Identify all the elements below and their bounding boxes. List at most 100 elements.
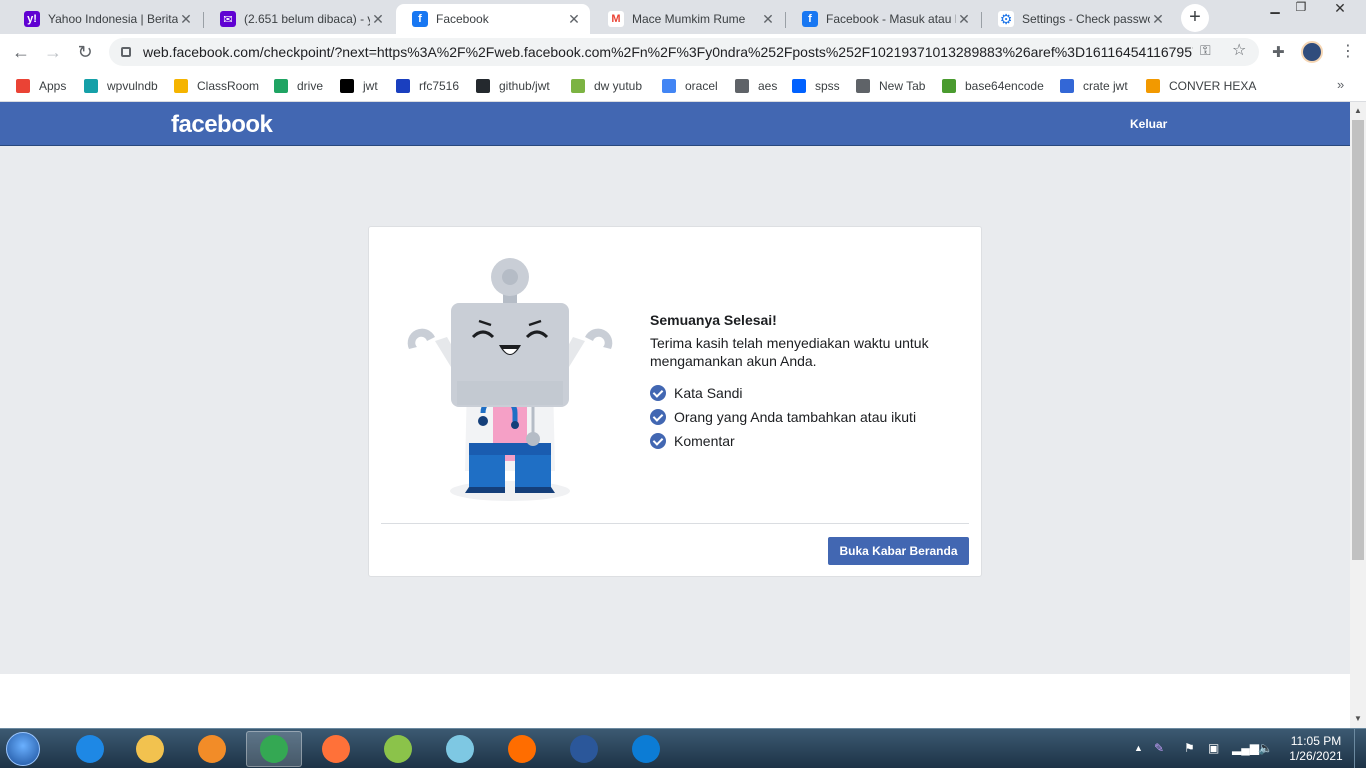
tab-gmail[interactable]: M Mace Mumkim Rume ✕: [592, 4, 784, 34]
taskbar-app-word[interactable]: [556, 731, 612, 767]
bookmark-item[interactable]: dw yutub: [571, 77, 642, 95]
bookmark-item[interactable]: drive: [274, 77, 323, 95]
url-text[interactable]: web.facebook.com/checkpoint/?next=https%…: [143, 44, 1193, 60]
scroll-up-arrow-icon[interactable]: ▲: [1354, 106, 1362, 115]
robot-doctor-illustration: [407, 258, 613, 501]
clock-date: 1/26/2021: [1289, 749, 1343, 763]
bookmark-item[interactable]: rfc7516: [396, 77, 459, 95]
tab-yahoo-mail[interactable]: ✉ (2.651 belum dibaca) - y ✕: [204, 4, 394, 34]
bookmark-item[interactable]: github/jwt: [476, 77, 550, 95]
power-tray-icon[interactable]: ▣: [1208, 741, 1219, 755]
bookmark-item[interactable]: jwt: [340, 77, 378, 95]
b64-icon: [942, 79, 956, 93]
notes-icon: [446, 735, 474, 763]
address-bar[interactable]: web.facebook.com/checkpoint/?next=https%…: [109, 38, 1259, 66]
bookmark-item[interactable]: CONVER HEXA: [1146, 77, 1256, 95]
bookmark-item[interactable]: spss: [792, 77, 840, 95]
close-tab-icon[interactable]: ✕: [566, 11, 582, 28]
system-clock[interactable]: 11:05 PM 1/26/2021: [1284, 734, 1348, 764]
action-center-flag-icon[interactable]: ⚑: [1184, 741, 1195, 755]
download-icon: [571, 79, 585, 93]
facebook-header: facebook Keluar: [0, 102, 1350, 146]
card-description: Terima kasih telah menyediakan waktu unt…: [650, 335, 929, 369]
show-hidden-icons-icon[interactable]: ▲: [1134, 743, 1143, 753]
mail-favicon-icon: ✉: [220, 11, 236, 27]
document-icon: [662, 79, 676, 93]
bookmark-label: drive: [297, 79, 324, 93]
restore-window-icon[interactable]: ❐: [1288, 0, 1314, 20]
facebook-logo[interactable]: facebook: [171, 111, 273, 139]
tab-title: Mace Mumkim Rume: [632, 12, 746, 26]
lock-icon[interactable]: [121, 47, 131, 57]
tab-yahoo[interactable]: y! Yahoo Indonesia | Berita ✕: [8, 4, 202, 34]
wpvulndb-icon: [84, 79, 98, 93]
taskbar-app-chrome[interactable]: [246, 731, 302, 767]
logout-link[interactable]: Keluar: [1130, 117, 1167, 131]
scroll-down-arrow-icon[interactable]: ▼: [1354, 714, 1362, 723]
page-footer-area: [0, 674, 1350, 728]
bookmark-item[interactable]: oracel: [662, 77, 718, 95]
checkmark-circle-icon: [650, 433, 666, 449]
taskbar-app-file-explorer[interactable]: [122, 731, 178, 767]
menu-kebab-icon[interactable]: ⋮: [1340, 41, 1356, 61]
bookmark-label: aes: [758, 79, 778, 93]
checklist-item-label: Kata Sandi: [674, 385, 743, 401]
bookmark-item[interactable]: wpvulndb: [84, 77, 158, 95]
taskbar-app-notes[interactable]: [432, 731, 488, 767]
gmail-favicon-icon: M: [608, 11, 624, 27]
drive-icon: [274, 79, 288, 93]
crate-icon: [1060, 79, 1074, 93]
checklist-item: Kata Sandi: [650, 384, 743, 402]
tab-title: Yahoo Indonesia | Berita: [48, 12, 178, 26]
bookmark-item[interactable]: aes: [735, 77, 777, 95]
more-bookmarks-chevron-icon[interactable]: »: [1337, 77, 1344, 92]
taskbar-app-notepad-plus[interactable]: [370, 731, 426, 767]
bookmark-item[interactable]: New Tab: [856, 77, 925, 95]
windows-taskbar: ▲ ✎ ⚑ ▣ ▂▄▆ 🔈 11:05 PM 1/26/2021: [0, 728, 1366, 768]
bookmark-label: github/jwt: [499, 79, 550, 93]
bookmark-item[interactable]: Apps: [16, 77, 66, 95]
checklist-item-label: Komentar: [674, 433, 735, 449]
extensions-puzzle-icon[interactable]: ✚: [1272, 43, 1285, 61]
r-icon: [1146, 79, 1160, 93]
close-window-icon[interactable]: ✕: [1318, 0, 1362, 20]
close-tab-icon[interactable]: ✕: [370, 11, 386, 28]
taskbar-app-internet-explorer[interactable]: [62, 731, 118, 767]
bookmark-item[interactable]: base64encode: [942, 77, 1044, 95]
minimize-window-icon[interactable]: ▁: [1262, 0, 1288, 20]
globe-icon: [735, 79, 749, 93]
bookmark-item[interactable]: ClassRoom: [174, 77, 259, 95]
bookmark-label: base64encode: [965, 79, 1044, 93]
close-tab-icon[interactable]: ✕: [956, 11, 972, 28]
show-desktop-button[interactable]: [1354, 729, 1366, 768]
new-tab-button[interactable]: +: [1181, 4, 1209, 32]
reload-icon[interactable]: ↻: [72, 40, 98, 66]
tab-facebook-active[interactable]: f Facebook ✕: [396, 4, 590, 34]
taskbar-app-uc-browser[interactable]: [494, 731, 550, 767]
profile-avatar[interactable]: [1301, 41, 1323, 63]
go-to-news-feed-button[interactable]: Buka Kabar Beranda: [828, 537, 969, 565]
close-tab-icon[interactable]: ✕: [1150, 11, 1166, 28]
pen-tray-icon[interactable]: ✎: [1154, 741, 1164, 755]
tab-settings[interactable]: ⚙ Settings - Check passwo ✕: [982, 4, 1174, 34]
bookmark-label: jwt: [363, 79, 378, 93]
tab-facebook-login[interactable]: f Facebook - Masuk atau D ✕: [786, 4, 980, 34]
start-button[interactable]: [6, 732, 40, 766]
close-tab-icon[interactable]: ✕: [760, 11, 776, 28]
bookmark-item[interactable]: crate jwt: [1060, 77, 1128, 95]
clock-time: 11:05 PM: [1290, 734, 1342, 748]
forward-icon[interactable]: →: [40, 40, 66, 66]
taskbar-app-firefox[interactable]: [308, 731, 364, 767]
taskbar-app-edge[interactable]: [618, 731, 674, 767]
back-icon[interactable]: ←: [8, 40, 34, 66]
bookmark-star-icon[interactable]: ☆: [1232, 40, 1246, 60]
yahoo-favicon-icon: y!: [24, 11, 40, 27]
scrollbar-thumb[interactable]: [1352, 120, 1364, 560]
network-signal-icon[interactable]: ▂▄▆: [1232, 741, 1259, 755]
close-tab-icon[interactable]: ✕: [178, 11, 194, 28]
facebook-favicon-icon: f: [412, 11, 428, 27]
volume-icon[interactable]: 🔈: [1258, 741, 1273, 755]
taskbar-app-media-player[interactable]: [184, 731, 240, 767]
globe-icon: [856, 79, 870, 93]
key-icon[interactable]: ⚿: [1200, 42, 1211, 59]
